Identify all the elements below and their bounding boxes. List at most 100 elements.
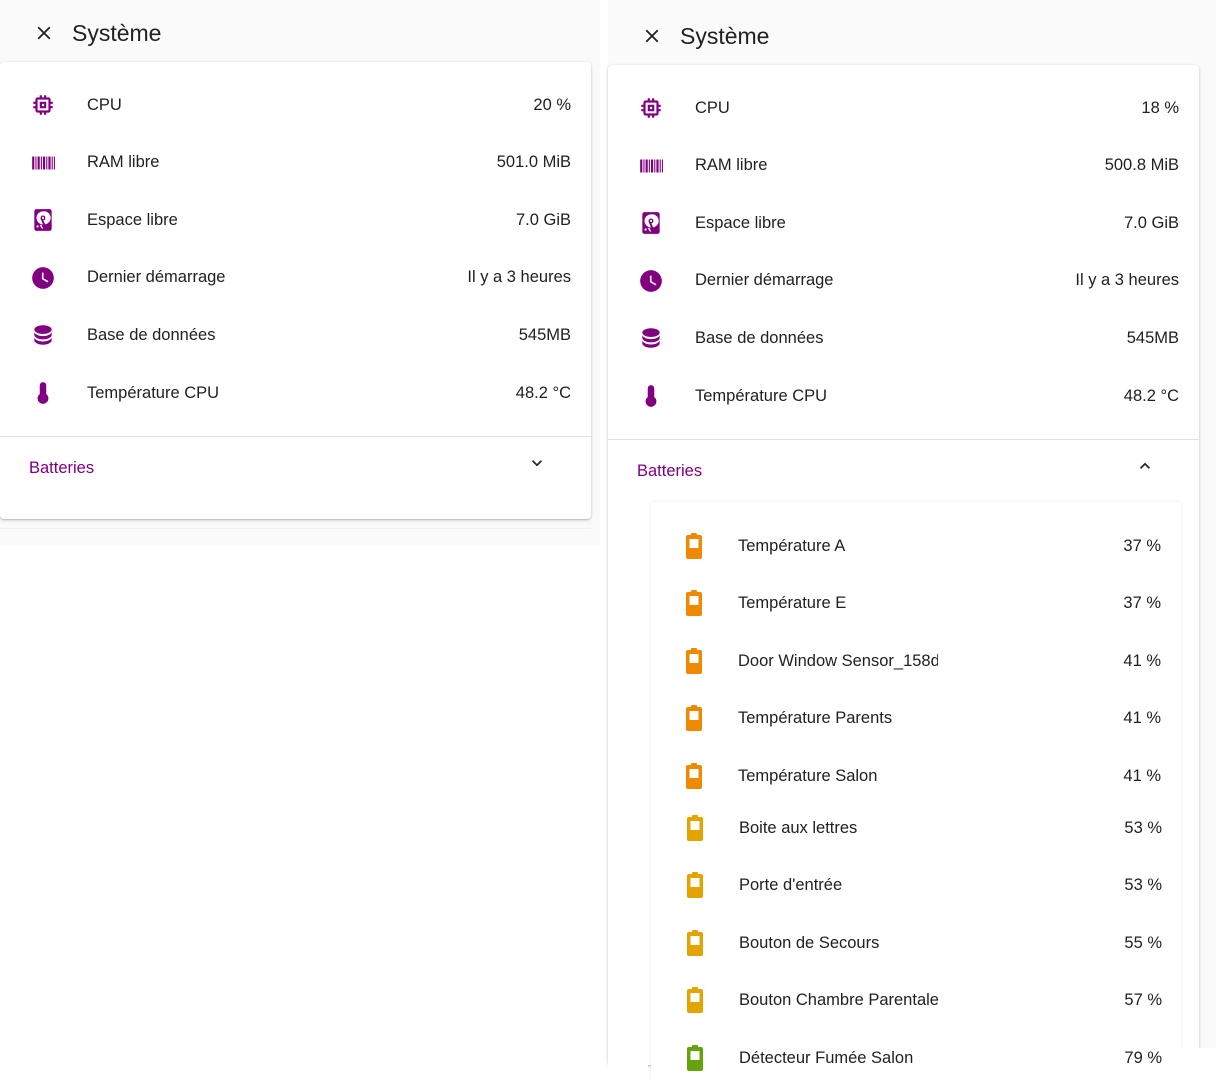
battery-row[interactable]: Bouton de Secours 55 % [651,923,1181,963]
battery-label: Bouton de Secours [739,933,880,952]
system-row[interactable]: Dernier démarrage Il y a 3 heures [608,261,1199,301]
row-label: CPU [695,98,730,117]
system-row[interactable]: CPU 20 % [0,85,591,125]
battery-row[interactable]: Température Salon 41 % [651,756,1181,796]
battery-value: 53 % [1124,875,1162,894]
battery-label: Température Salon [738,766,878,785]
battery-label: Boite aux lettres [739,818,858,837]
batteries-toggle[interactable]: Batteries [608,451,1199,491]
battery-label: Porte d'entrée [739,875,843,894]
row-label: Température CPU [87,383,220,402]
battery-value: 37 % [1123,536,1161,555]
right-dialog: Système CPU 18 % RAM libre 500.8 MiB Espace … [608,0,1216,1080]
battery-icon [679,703,709,733]
system-row[interactable]: Base de données 545MB [608,318,1199,358]
system-row[interactable]: Température CPU 48.2 °C [608,376,1199,416]
chevron-up-icon [1135,456,1155,476]
chevron-down-icon [527,453,547,473]
dialog-header: Système [0,0,600,62]
system-row[interactable]: Espace libre 7.0 GiB [608,203,1199,243]
battery-icon [680,985,710,1015]
cpu-icon [28,90,58,120]
row-value: 545MB [518,325,571,344]
row-value: 48.2 °C [515,383,571,402]
bottom-edge [1175,1048,1216,1080]
cpu-icon [636,93,666,123]
row-value: 500.8 MiB [1104,156,1179,175]
close-button[interactable] [30,19,58,47]
row-label: RAM libre [695,156,768,175]
row-label: Dernier démarrage [695,271,834,290]
system-card: CPU 20 % RAM libre 501.0 MiB Espace libre 7.0… [0,62,591,519]
close-button[interactable] [638,22,666,50]
harddisk-icon [28,205,58,235]
system-row[interactable]: Espace libre 7.0 GiB [0,200,591,240]
thermometer-icon [636,381,666,411]
row-value: 501.0 MiB [496,153,571,172]
close-icon [645,29,659,43]
system-row[interactable]: Base de données 545MB [0,315,591,355]
battery-icon [679,761,709,791]
battery-row[interactable]: Température Parents 41 % [651,698,1181,738]
row-label: Dernier démarrage [87,268,226,287]
dialog-title: Système [72,20,162,46]
row-value: 20 % [533,95,571,114]
row-value: 7.0 GiB [1123,213,1179,232]
battery-row[interactable]: Bouton Chambre Parentale 57 % [651,980,1181,1020]
battery-value: 79 % [1124,1048,1162,1067]
battery-icon [679,588,709,618]
battery-row[interactable]: Température E 37 % [651,583,1181,623]
row-label: Base de données [695,328,824,347]
row-value: Il y a 3 heures [467,268,571,287]
battery-row[interactable]: Door Window Sensor_158d 41 % [651,641,1181,681]
battery-value: 41 % [1123,651,1161,670]
battery-icon [680,1043,710,1073]
next-card-edge [0,528,591,545]
battery-row[interactable]: Détecteur Fumée Salon 79 % [651,1038,1181,1078]
divider [608,439,1199,440]
battery-label: Température A [738,536,846,555]
batteries-list: Température A 37 % Température E 37 % Door W… [651,502,1181,1080]
battery-label: Door Window Sensor_158d [738,651,938,670]
battery-row[interactable]: Porte d'entrée 53 % [651,865,1181,905]
battery-icon [680,870,710,900]
batteries-title: Batteries [637,461,703,480]
row-value: 7.0 GiB [515,210,571,229]
harddisk-icon [636,208,666,238]
battery-label: Bouton Chambre Parentale [739,990,939,1009]
row-value: Il y a 3 heures [1075,271,1179,290]
row-label: Espace libre [87,210,178,229]
battery-label: Température Parents [738,708,893,727]
clock-icon [28,263,58,293]
system-row[interactable]: CPU 18 % [608,88,1199,128]
battery-icon [680,813,710,843]
battery-value: 53 % [1124,818,1162,837]
barcode-icon [28,148,58,178]
battery-icon [680,928,710,958]
left-dialog: Système CPU 20 % RAM libre 501.0 MiB Espace … [0,0,600,545]
dialog-header: Système [608,3,1216,65]
dialog-title: Système [680,23,770,49]
row-label: Espace libre [695,213,786,232]
system-row[interactable]: Dernier démarrage Il y a 3 heures [0,258,591,298]
battery-value: 41 % [1123,766,1161,785]
system-card: CPU 18 % RAM libre 500.8 MiB Espace libre 7.0… [608,65,1199,1080]
row-value: 545MB [1126,328,1179,347]
row-label: Base de données [87,325,216,344]
battery-label: Température E [738,593,847,612]
battery-value: 55 % [1124,933,1162,952]
system-row[interactable]: RAM libre 501.0 MiB [0,143,591,183]
battery-icon [679,646,709,676]
battery-row[interactable]: Boite aux lettres 53 % [651,808,1181,848]
batteries-title: Batteries [29,458,95,477]
row-label: RAM libre [87,153,160,172]
close-icon [37,26,51,40]
row-value: 18 % [1141,98,1179,117]
row-label: CPU [87,95,122,114]
system-row[interactable]: RAM libre 500.8 MiB [608,146,1199,186]
battery-label: Détecteur Fumée Salon [739,1048,914,1067]
clock-icon [636,266,666,296]
batteries-toggle[interactable]: Batteries [0,448,591,488]
system-row[interactable]: Température CPU 48.2 °C [0,373,591,413]
battery-row[interactable]: Température A 37 % [651,526,1181,566]
